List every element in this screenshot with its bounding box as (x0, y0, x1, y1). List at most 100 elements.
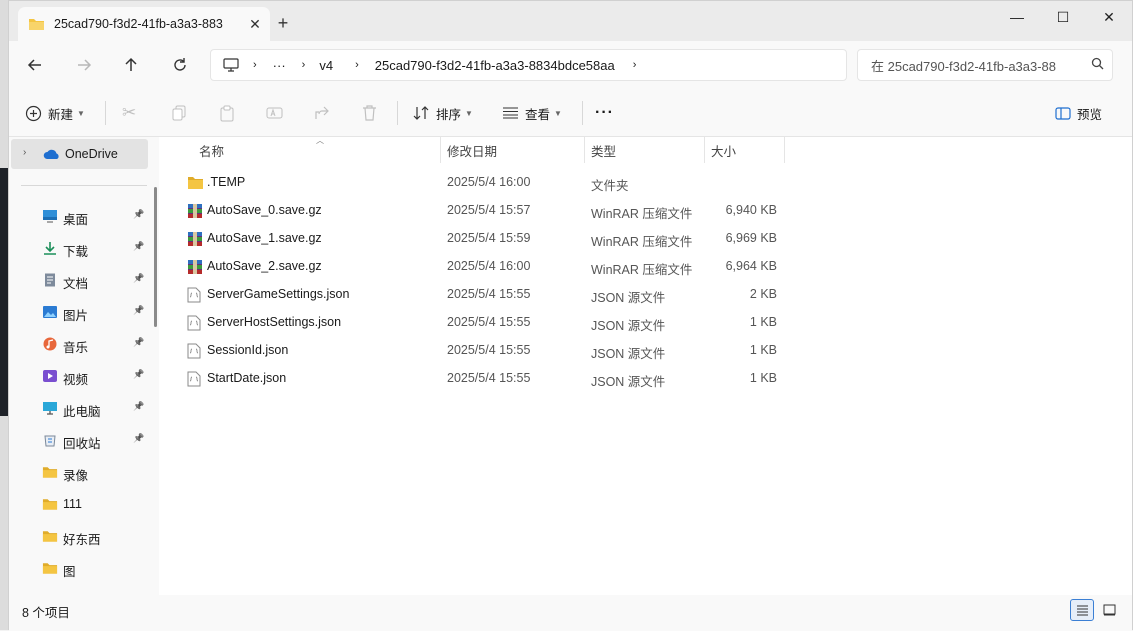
file-row[interactable]: StartDate.json 2025/5/4 15:55 JSON 源文件 1 KB (164, 365, 794, 393)
column-header-date[interactable]: 修改日期 (447, 137, 497, 163)
file-size: 2 KB (749, 287, 777, 301)
pin-icon[interactable]: 📌 (133, 433, 144, 444)
column-divider[interactable] (440, 137, 441, 163)
sidebar-item-onedrive[interactable]: › OneDrive (11, 139, 148, 169)
pin-icon[interactable]: 📌 (133, 241, 144, 252)
pin-icon[interactable]: 📌 (133, 209, 144, 220)
back-button[interactable] (21, 51, 49, 79)
tab-close-icon[interactable]: ✕ (240, 16, 270, 33)
chevron-right-icon[interactable]: › (23, 147, 26, 158)
file-row[interactable]: AutoSave_2.save.gz 2025/5/4 16:00 WinRAR 压… (164, 253, 794, 281)
sidebar-item[interactable]: 回收站 📌 (9, 425, 147, 455)
file-type: JSON 源文件 (591, 291, 666, 305)
new-button[interactable]: 新建 ▼ (25, 89, 85, 137)
share-icon (315, 106, 329, 119)
chevron-right-icon[interactable]: › (355, 59, 359, 71)
copy-icon (172, 105, 186, 121)
tiles-view-button[interactable] (1097, 599, 1121, 621)
breadcrumb[interactable]: › ··· › v4 › 25cad790-f3d2-41fb-a3a3-883… (210, 49, 847, 81)
copy-button[interactable] (171, 89, 187, 137)
file-row[interactable]: AutoSave_1.save.gz 2025/5/4 15:59 WinRAR 压… (164, 225, 794, 253)
maximize-button[interactable]: ☐ (1040, 1, 1086, 33)
view-button[interactable]: 查看 ▼ (502, 89, 562, 137)
file-date: 2025/5/4 15:55 (447, 287, 531, 301)
folder-icon (187, 175, 204, 193)
sort-label: 排序 (436, 107, 462, 122)
forward-button[interactable] (70, 51, 98, 79)
search-input[interactable]: 在 25cad790-f3d2-41fb-a3a3-88 (871, 56, 1082, 75)
sidebar-item[interactable]: 下载 📌 (9, 233, 147, 263)
sidebar-item[interactable]: 好东西 (9, 521, 147, 551)
preview-button[interactable]: 预览 (1055, 89, 1102, 137)
rename-button[interactable] (266, 89, 283, 137)
sidebar-item[interactable]: 图 (9, 553, 147, 583)
file-row[interactable]: SessionId.json 2025/5/4 15:55 JSON 源文件 1 KB (164, 337, 794, 365)
column-header-name[interactable]: 名称 (199, 137, 224, 163)
delete-button[interactable] (362, 89, 377, 137)
sidebar-item[interactable]: 图片 📌 (9, 297, 147, 327)
file-row[interactable]: ServerHostSettings.json 2025/5/4 15:55 JSO… (164, 309, 794, 337)
file-row[interactable]: ServerGameSettings.json 2025/5/4 15:55 JSO… (164, 281, 794, 309)
file-name: SessionId.json (207, 343, 289, 357)
file-row[interactable]: AutoSave_0.save.gz 2025/5/4 15:57 WinRAR 压… (164, 197, 794, 225)
toolbar-divider (582, 101, 583, 125)
chevron-right-icon[interactable]: › (633, 59, 637, 71)
details-view-button[interactable] (1070, 599, 1094, 621)
trash-icon (363, 105, 376, 121)
sidebar-item-label: 好东西 (63, 533, 101, 547)
file-date: 2025/5/4 15:55 (447, 371, 531, 385)
file-name: AutoSave_2.save.gz (207, 259, 322, 273)
share-button[interactable] (314, 89, 330, 137)
recycle-bin-icon (42, 433, 58, 447)
file-date: 2025/5/4 15:55 (447, 343, 531, 357)
pin-icon[interactable]: 📌 (133, 369, 144, 380)
cloud-icon (43, 149, 59, 159)
rename-icon (266, 107, 283, 119)
sidebar-item[interactable]: 桌面 📌 (9, 201, 147, 231)
sidebar-item[interactable]: 视频 📌 (9, 361, 147, 391)
close-window-button[interactable]: ✕ (1086, 1, 1132, 33)
sidebar-scrollbar[interactable] (154, 187, 157, 327)
column-divider[interactable] (784, 137, 785, 163)
sidebar-item[interactable]: 此电脑 📌 (9, 393, 147, 423)
file-type: 文件夹 (591, 179, 629, 193)
sidebar-item-label: 图 (63, 565, 76, 579)
sidebar-item[interactable]: 录像 (9, 457, 147, 487)
window-controls: — ☐ ✕ (994, 1, 1132, 33)
pin-icon[interactable]: 📌 (133, 337, 144, 348)
sidebar-item[interactable]: 文档 📌 (9, 265, 147, 295)
paste-button[interactable] (219, 89, 235, 137)
column-divider[interactable] (704, 137, 705, 163)
refresh-button[interactable] (166, 51, 194, 79)
json-file-icon (187, 343, 201, 362)
cut-button[interactable]: ✂ (122, 89, 136, 137)
sidebar-item-label: 音乐 (63, 341, 89, 355)
breadcrumb-more[interactable]: ··· (273, 58, 286, 73)
more-options-button[interactable]: ··· (595, 89, 614, 137)
sort-button[interactable]: 排序 ▼ (413, 89, 473, 137)
folder-icon (42, 561, 58, 575)
pin-icon[interactable]: 📌 (133, 401, 144, 412)
column-header-type[interactable]: 类型 (591, 137, 616, 163)
sidebar-item[interactable]: 音乐 📌 (9, 329, 147, 359)
minimize-button[interactable]: — (994, 1, 1040, 33)
chevron-right-icon[interactable]: › (302, 59, 306, 71)
new-tab-button[interactable]: + (271, 13, 295, 34)
tab-title: 25cad790-f3d2-41fb-a3a3-883 (54, 17, 223, 31)
column-divider[interactable] (584, 137, 585, 163)
sidebar-item[interactable]: 111 (9, 489, 147, 519)
pin-icon[interactable]: 📌 (133, 273, 144, 284)
sidebar-item-label: 此电脑 (63, 405, 101, 419)
file-date: 2025/5/4 16:00 (447, 259, 531, 273)
breadcrumb-item-current[interactable]: 25cad790-f3d2-41fb-a3a3-8834bdce58aa (375, 58, 615, 73)
sort-icon (413, 106, 430, 120)
search-box[interactable]: 在 25cad790-f3d2-41fb-a3a3-88 (857, 49, 1113, 81)
pin-icon[interactable]: 📌 (133, 305, 144, 316)
chevron-right-icon[interactable]: › (253, 59, 257, 71)
file-row[interactable]: .TEMP 2025/5/4 16:00 文件夹 (164, 169, 794, 197)
preview-pane-icon (1055, 106, 1071, 120)
column-header-size[interactable]: 大小 (711, 137, 736, 163)
tab-current-folder[interactable]: 25cad790-f3d2-41fb-a3a3-883 ✕ (18, 7, 270, 41)
breadcrumb-item-v4[interactable]: v4 (319, 58, 333, 73)
up-button[interactable] (117, 51, 145, 79)
